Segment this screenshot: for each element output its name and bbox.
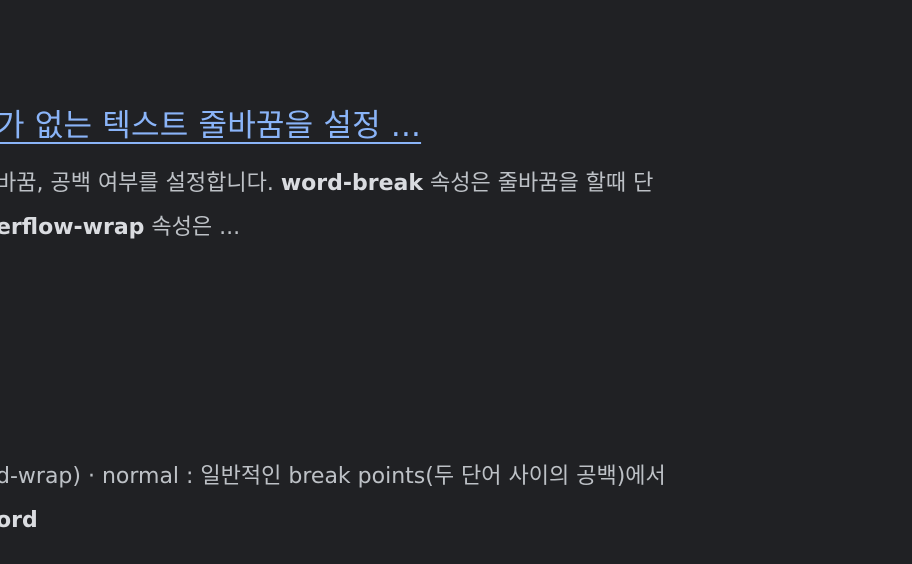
snippet-keyword: ord [0,508,38,533]
search-results-viewport: 가 없는 텍스트 줄바꿈을 설정 ... 바꿈, 공백 여부를 설정합니다. w… [0,0,912,564]
snippet-keyword: erflow-wrap [0,215,145,240]
result-title-link[interactable]: 가 없는 텍스트 줄바꿈을 설정 ... [0,104,421,148]
snippet-line: 바꿈, 공백 여부를 설정합니다. word-break 속성은 줄바꿈을 할때… [0,162,912,206]
snippet-line: d-wrap) · normal : 일반적인 break points(두 단… [0,455,912,499]
snippet-text: 속성은 ... [144,215,241,240]
snippet-keyword: word-break [280,171,424,196]
search-result: d-wrap) · normal : 일반적인 break points(두 단… [0,455,912,543]
snippet-text: 바꿈, 공백 여부를 설정합니다. [0,171,281,196]
snippet-text: 속성은 줄바꿈을 할때 단 [423,171,654,196]
result-snippet: 바꿈, 공백 여부를 설정합니다. word-break 속성은 줄바꿈을 할때… [0,162,912,250]
snippet-line: ord [0,499,912,543]
snippet-text: d-wrap) · normal : 일반적인 break points(두 단… [0,464,666,489]
search-result: 가 없는 텍스트 줄바꿈을 설정 ... 바꿈, 공백 여부를 설정합니다. w… [0,104,912,250]
result-snippet: d-wrap) · normal : 일반적인 break points(두 단… [0,455,912,543]
snippet-line: erflow-wrap 속성은 ... [0,206,912,250]
